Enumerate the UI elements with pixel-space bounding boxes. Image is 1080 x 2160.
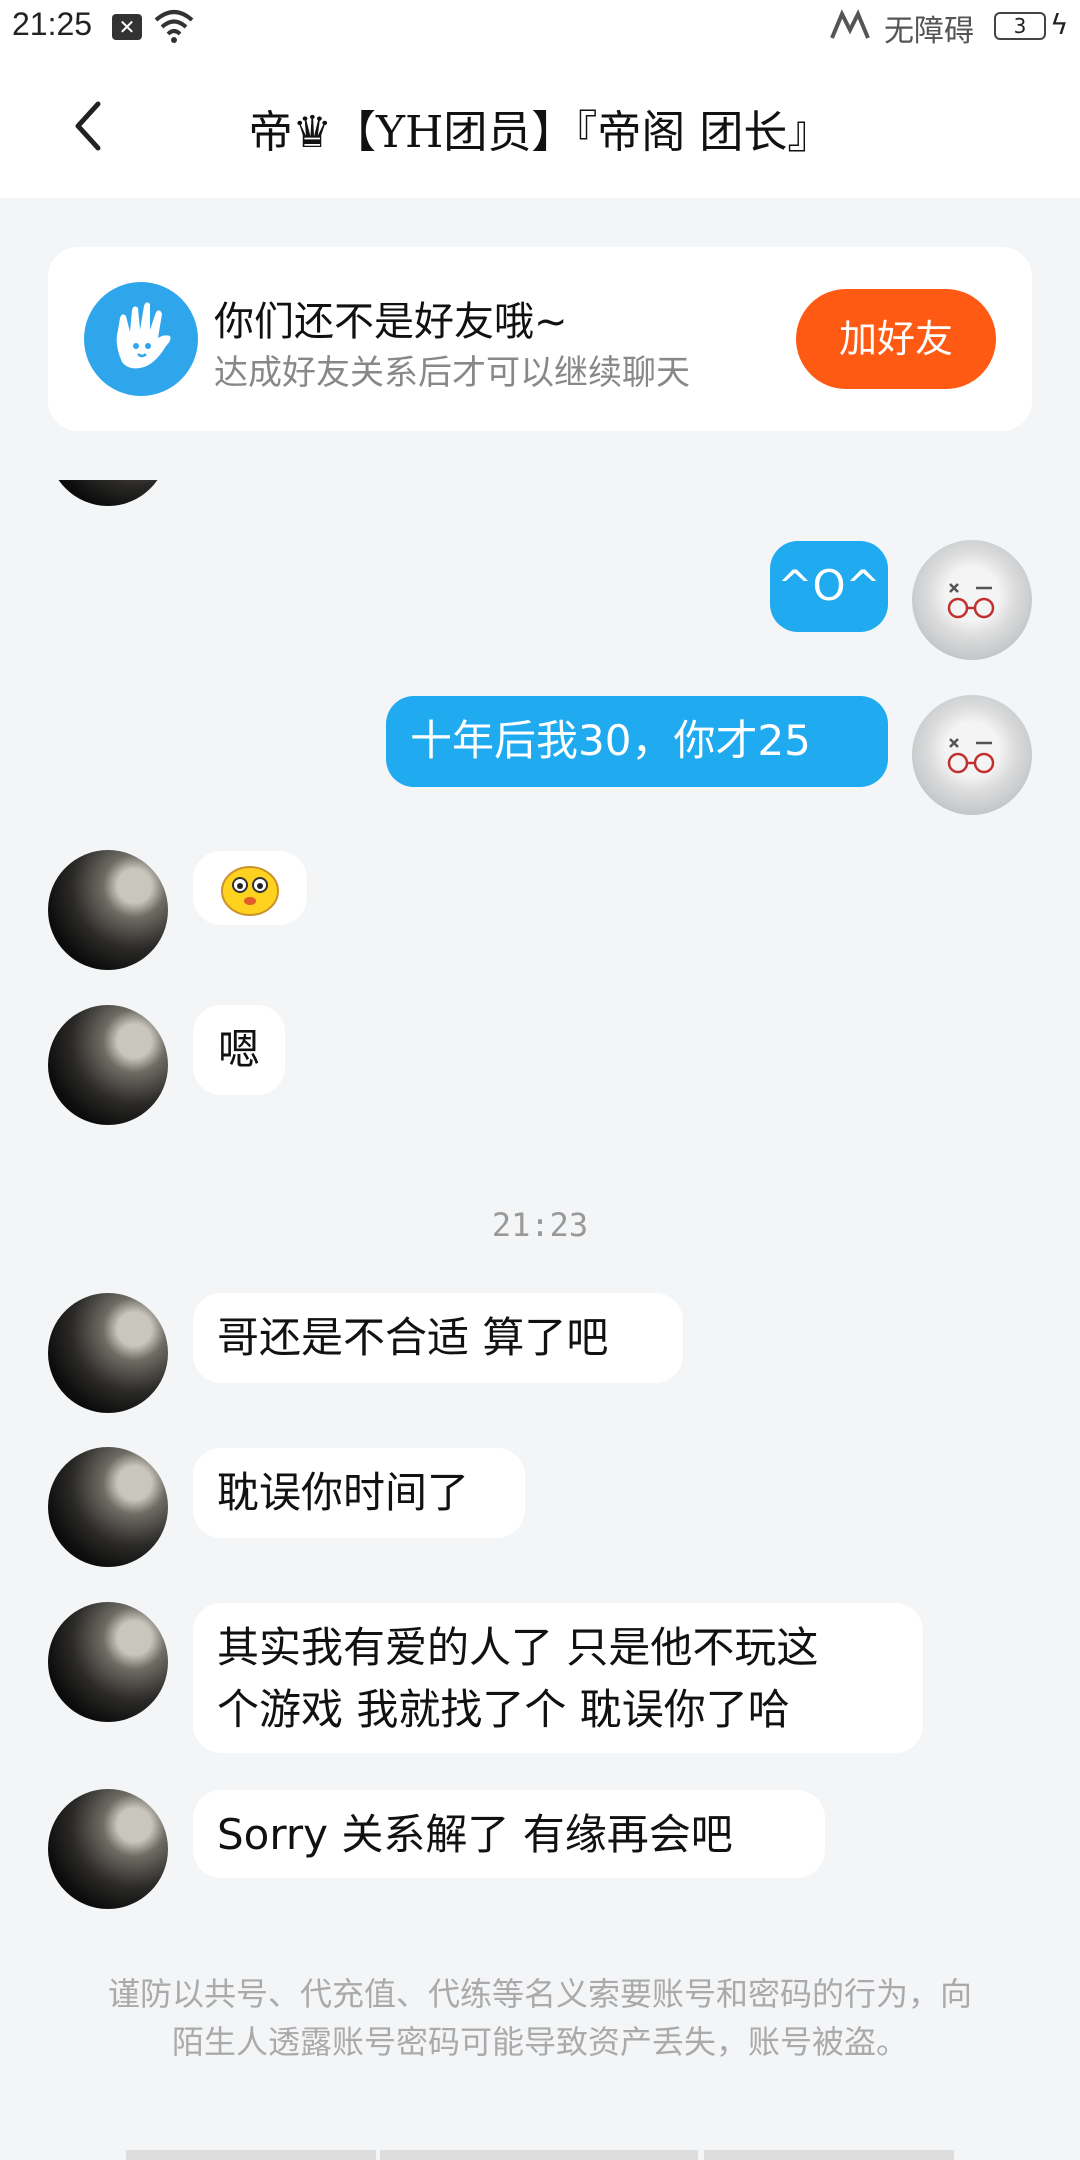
contact-avatar[interactable] [48,1005,168,1125]
bottom-panel-edge [126,2150,376,2160]
status-bar: 21:25 ✕ 无障碍 3 ϟ [0,0,1080,56]
bottom-panel-edge [704,2150,954,2160]
back-chevron-icon[interactable] [60,96,120,156]
received-message-bubble[interactable]: 耽误你时间了 [193,1448,525,1538]
received-message-bubble[interactable]: Sorry 关系解了 有缘再会吧 [193,1790,825,1878]
message-line: 个游戏 我就找了个 耽误你了哈 [217,1685,790,1734]
my-avatar[interactable] [912,540,1032,660]
charging-icon: ϟ [1050,8,1069,41]
contact-avatar[interactable] [48,1447,168,1567]
accessibility-icon [830,9,870,39]
sent-message-bubble[interactable]: ^O^ [770,541,888,632]
received-message-bubble[interactable]: 哥还是不合适 算了吧 [193,1293,683,1383]
banner-subtitle: 达成好友关系后才可以继续聊天 [214,353,690,393]
chat-title: 帝♛【YH团员】『帝阁 团长』 [248,107,832,158]
add-friend-button[interactable]: 加好友 [796,289,996,389]
contact-avatar[interactable] [48,1602,168,1722]
status-time: 21:25 [12,6,93,42]
yellow-emoji-sticker [221,866,279,916]
notification-icon: ✕ [112,14,142,40]
contact-avatar[interactable] [48,850,168,970]
contact-avatar[interactable] [48,1789,168,1909]
battery-icon: 3 [994,12,1046,40]
received-message-bubble[interactable]: 其实我有爱的人了 只是他不玩这 个游戏 我就找了个 耽误你了哈 [193,1603,923,1753]
message-line: 其实我有爱的人了 只是他不玩这 [217,1623,819,1672]
chat-header: 帝♛【YH团员】『帝阁 团长』 [0,56,1080,198]
message-timestamp: 21:23 [491,1206,589,1244]
accessibility-label: 无障碍 [884,14,974,49]
my-avatar[interactable] [912,695,1032,815]
wifi-icon [154,10,194,43]
sent-message-bubble[interactable]: 十年后我30，你才25 [386,696,888,787]
contact-avatar[interactable] [48,1293,168,1413]
bottom-panel-edge [380,2150,698,2160]
received-message-bubble[interactable]: 嗯 [193,1005,285,1095]
sticker-message-bubble[interactable] [193,851,307,925]
security-warning: 谨防以共号、代充值、代练等名义索要账号和密码的行为，向陌生人透露账号密码可能导致… [107,1975,972,2061]
waving-hand-icon [84,282,198,396]
banner-title: 你们还不是好友哦~ [214,299,568,345]
not-friends-banner: 你们还不是好友哦~ 达成好友关系后才可以继续聊天 加好友 [48,247,1032,431]
